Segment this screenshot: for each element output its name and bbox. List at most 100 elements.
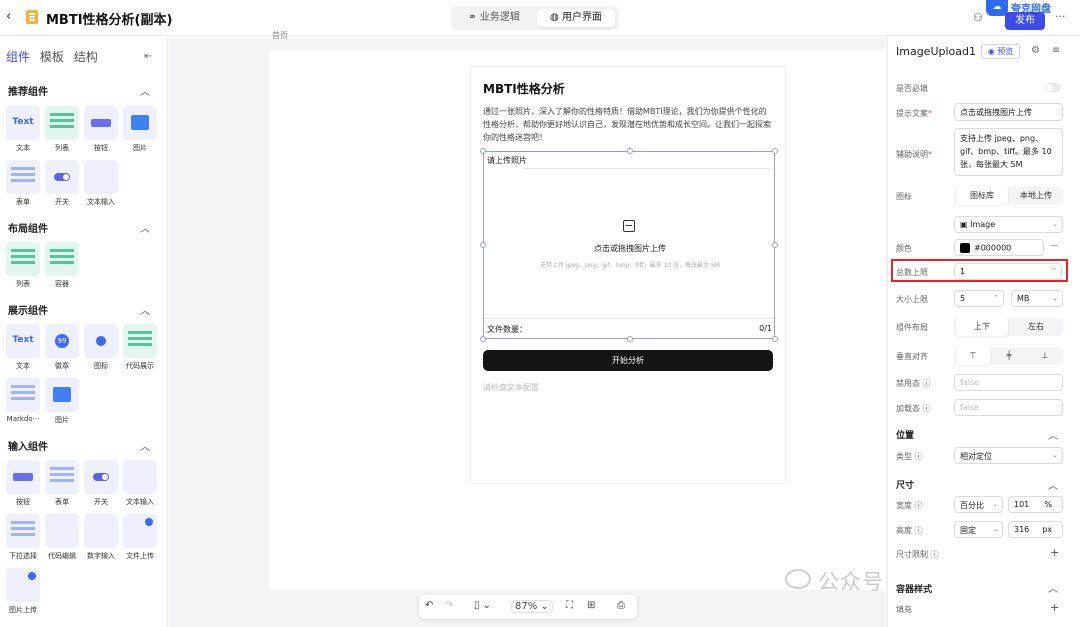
text-display-tile[interactable]: Text: [6, 324, 40, 358]
align-middle-icon[interactable]: ╪: [992, 347, 1026, 365]
dropdown-tile[interactable]: [6, 514, 40, 548]
collapse-panel-icon[interactable]: ⇤: [144, 51, 152, 62]
share-icon[interactable]: ⚇: [973, 11, 983, 24]
start-analysis-button[interactable]: 开始分析: [483, 350, 773, 371]
number-input-tile[interactable]: [84, 514, 118, 548]
size-limit-input[interactable]: 5 ⌃: [954, 290, 1004, 307]
height-mode-select[interactable]: 固定 ⌄: [954, 521, 1003, 538]
badge-tile[interactable]: 99: [45, 324, 79, 358]
chevron-up-icon[interactable]: ︿: [140, 438, 150, 453]
aux-label: 辅助说明*: [896, 150, 932, 159]
layout-horizontal-option[interactable]: 左右: [1010, 318, 1062, 336]
tile-label: 按钮: [16, 498, 30, 506]
width-input[interactable]: 101%: [1008, 496, 1063, 513]
markdown-tile[interactable]: [6, 378, 40, 412]
size-unit-select[interactable]: MB ⌄: [1011, 290, 1063, 307]
text-input-component-tile[interactable]: [84, 160, 118, 194]
chevron-up-icon[interactable]: ︿: [1048, 580, 1058, 595]
list-layout-tile[interactable]: [6, 242, 40, 276]
chevron-up-icon[interactable]: ︿: [1048, 427, 1058, 442]
container-layout-tile[interactable]: [45, 242, 79, 276]
more-icon[interactable]: ···: [1055, 10, 1066, 23]
tab-business-logic[interactable]: ⚭ 业务逻辑: [455, 9, 533, 27]
redo-icon[interactable]: ↷: [445, 600, 453, 611]
layout-vertical-option[interactable]: 上下: [956, 318, 1008, 336]
fit-screen-icon[interactable]: ⛶: [566, 600, 573, 611]
loading-label: 加载态 ⓘ: [896, 404, 931, 413]
tab-templates[interactable]: 模板: [40, 50, 64, 64]
pointer-icon[interactable]: ▯ ⌄: [474, 600, 491, 611]
icon-tile[interactable]: [84, 324, 118, 358]
minus-icon[interactable]: —: [1050, 241, 1058, 250]
icon-select[interactable]: ▣ Image ⌄: [954, 216, 1063, 233]
upload-main-text: 点击或拖拽图片上传: [594, 244, 666, 253]
loading-input[interactable]: false: [954, 399, 1063, 416]
button-component-tile[interactable]: [84, 106, 118, 140]
local-upload-option[interactable]: 本地上传: [1010, 187, 1062, 205]
tile-label: 文本输入: [126, 498, 154, 506]
list-component-tile[interactable]: [45, 106, 79, 140]
list-icon[interactable]: ≡: [1052, 45, 1060, 56]
icon-library-option[interactable]: 图标库: [956, 187, 1008, 205]
board-label: 首页: [272, 31, 288, 40]
image-display-tile[interactable]: [45, 378, 79, 412]
app-icon: [26, 10, 38, 24]
height-input[interactable]: 316 px: [1008, 521, 1063, 538]
undo-icon[interactable]: ↶: [425, 600, 433, 611]
aux-textarea[interactable]: 支持上传 jpeg、png、gif、bmp、tiff。最多 10 张，每张最大 …: [954, 128, 1063, 176]
disabled-input[interactable]: false: [954, 374, 1063, 391]
form-input-tile[interactable]: [45, 460, 79, 494]
position-type-select[interactable]: 相对定位 ⌄: [954, 447, 1063, 464]
position-section-title: 位置: [896, 431, 915, 441]
chevron-up-icon[interactable]: ︿: [140, 83, 150, 98]
grid-icon[interactable]: ⊞: [587, 600, 595, 611]
switch-component-tile[interactable]: [45, 160, 79, 194]
add-fill-icon[interactable]: +: [1050, 601, 1059, 614]
code-display-tile[interactable]: [123, 324, 157, 358]
tab-user-interface[interactable]: ◍ 用户界面: [537, 9, 615, 27]
zoom-select[interactable]: 87% ⌄: [511, 600, 553, 613]
total-limit-input[interactable]: 1 ⌃: [954, 263, 1062, 280]
settings-icon[interactable]: ⚙: [1031, 45, 1040, 56]
image-component-tile[interactable]: [123, 106, 157, 140]
text-input-tile[interactable]: [123, 460, 157, 494]
upload-header: 请上传照片: [487, 156, 527, 165]
tile-label: 表单: [16, 198, 30, 206]
tile-label: 开关: [94, 498, 108, 506]
back-icon[interactable]: ‹: [6, 9, 11, 24]
image-upload-tile[interactable]: [6, 568, 40, 602]
chevron-up-icon[interactable]: ︿: [1048, 477, 1058, 492]
align-top-icon[interactable]: ⊤: [956, 347, 990, 365]
add-size-limit-icon[interactable]: +: [1050, 546, 1059, 559]
chevron-up-icon[interactable]: ︿: [140, 302, 150, 317]
valign-switch: ⊤ ╪ ⊥: [954, 347, 1063, 365]
size-limit-label: 尺寸限制 ⓘ: [896, 550, 939, 559]
tab-components[interactable]: 组件: [6, 50, 30, 64]
chevron-up-icon[interactable]: ︿: [140, 220, 150, 235]
button-input-tile[interactable]: [6, 460, 40, 494]
icon-label: 图标: [896, 192, 912, 201]
width-mode-select[interactable]: 百分比 ⌄: [954, 496, 1003, 513]
publish-button[interactable]: 发布: [1005, 12, 1045, 30]
edit-title-icon[interactable]: ✎: [153, 10, 162, 23]
tab-structure[interactable]: 结构: [74, 50, 98, 64]
size-section-title: 尺寸: [896, 481, 915, 491]
tile-label: 图标: [94, 362, 108, 370]
export-icon[interactable]: ⎙: [617, 600, 625, 611]
form-component-tile[interactable]: [6, 160, 40, 194]
tile-label: 数字输入: [87, 552, 115, 560]
preview-button[interactable]: ◉ 预览: [981, 44, 1020, 59]
section-title: 布局组件: [8, 224, 48, 235]
prompt-input[interactable]: 点击或拖拽图片上传: [954, 103, 1063, 121]
total-limit-label: 总数上限: [896, 268, 928, 277]
switch-input-tile[interactable]: [84, 460, 118, 494]
tile-label: 列表: [16, 280, 30, 288]
code-editor-tile[interactable]: [45, 514, 79, 548]
align-bottom-icon[interactable]: ⊥: [1028, 347, 1062, 365]
color-picker[interactable]: #000000: [954, 239, 1044, 256]
image-upload-component[interactable]: 请上传照片 点击或拖拽图片上传 支持上传 jpeg、png、gif、bmp、ti…: [480, 148, 778, 342]
required-toggle[interactable]: [1045, 83, 1061, 92]
text-component-tile[interactable]: Text: [6, 106, 40, 140]
file-upload-tile[interactable]: [123, 514, 157, 548]
tile-label: 图片上传: [9, 606, 37, 614]
